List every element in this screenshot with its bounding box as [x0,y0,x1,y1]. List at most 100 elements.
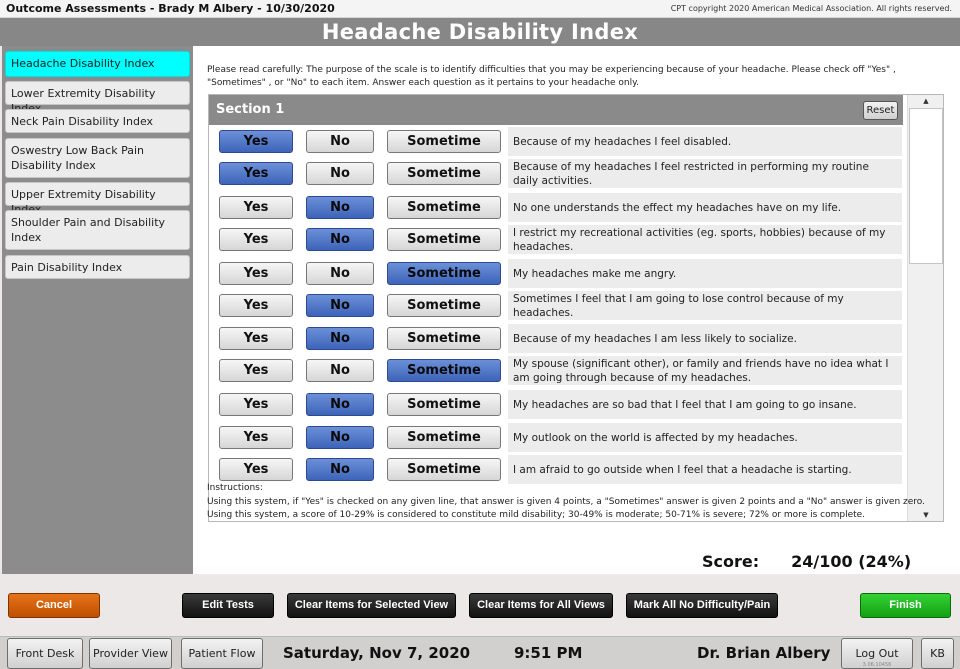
no-button[interactable]: No [306,294,374,317]
question-list: Section 1 Reset Yes No Sometime Because of … [208,94,944,522]
sometime-button[interactable]: Sometime [387,162,501,185]
question-text: No one understands the effect my headach… [508,193,902,222]
action-bar: Cancel Edit Tests Clear Items for Select… [0,574,960,636]
sometime-button[interactable]: Sometime [387,426,501,449]
scroll-thumb[interactable] [909,108,943,264]
no-button[interactable]: No [306,359,374,382]
mark-all-no-difficulty-button[interactable]: Mark All No Difficulty/Pain [626,593,778,618]
top-bar: Outcome Assessments - Brady M Albery - 1… [0,0,960,18]
clear-items-selected-view-button[interactable]: Clear Items for Selected View [287,593,456,618]
log-out-label: Log Out [855,647,899,660]
question-text: My outlook on the world is affected by m… [508,423,902,452]
question-text: My headaches make me angry. [508,259,902,288]
yes-button[interactable]: Yes [219,228,293,251]
no-button[interactable]: No [306,327,374,350]
sidebar-item-shoulder-pain-and-disability-index[interactable]: Shoulder Pain and Disability Index [5,210,190,250]
provider-view-button[interactable]: Provider View [89,638,172,669]
patient-flow-button[interactable]: Patient Flow [181,638,263,669]
question-row: Yes No Sometime Because of my headaches I f… [209,125,903,158]
finish-button[interactable]: Finish [860,593,951,618]
question-text: Because of my headaches I am less likely… [508,324,902,353]
sidebar-item-upper-extremity-disability-index[interactable]: Upper Extremity Disability Index [5,182,190,216]
yes-button[interactable]: Yes [219,294,293,317]
question-rows: Yes No Sometime Because of my headaches I f… [209,125,903,521]
sometime-button[interactable]: Sometime [387,130,501,153]
no-button[interactable]: No [306,228,374,251]
yes-button[interactable]: Yes [219,262,293,285]
question-row: Yes No Sometime My spouse (significant othe… [209,354,903,387]
copyright-notice: CPT copyright 2020 American Medical Asso… [670,4,952,13]
sidebar-item-oswestry-low-back-pain-disability-index[interactable]: Oswestry Low Back Pain Disability Index [5,138,190,178]
score-label: Score: [702,552,760,571]
front-desk-button[interactable]: Front Desk [7,638,83,669]
question-row: Yes No Sometime I restrict my recreational … [209,223,903,256]
sometime-button[interactable]: Sometime [387,327,501,350]
sidebar-item-neck-pain-disability-index[interactable]: Neck Pain Disability Index [5,109,190,133]
no-button[interactable]: No [306,196,374,219]
question-text: I restrict my recreational activities (e… [508,225,902,254]
section-header: Section 1 Reset [209,95,903,125]
question-text: My headaches are so bad that I feel that… [508,390,902,419]
yes-button[interactable]: Yes [219,196,293,219]
question-row: Yes No Sometime My headaches make me angry. [209,257,903,290]
sometime-button[interactable]: Sometime [387,359,501,382]
sometime-button[interactable]: Sometime [387,196,501,219]
sidebar-item-pain-disability-index[interactable]: Pain Disability Index [5,255,190,279]
version-label: 3.06.10456 [862,662,892,668]
question-text: Because of my headaches I feel disabled. [508,127,902,156]
question-row: Yes No Sometime My headaches are so bad tha… [209,388,903,421]
sometime-button[interactable]: Sometime [387,458,501,481]
section-title: Section 1 [216,102,285,117]
score-display: Score: 24/100 (24%) [702,552,911,571]
edit-tests-button[interactable]: Edit Tests [182,593,274,618]
footer-bar: Front Desk Provider View Patient Flow Sa… [0,636,960,669]
sometime-button[interactable]: Sometime [387,294,501,317]
sidebar-item-lower-extremity-disability-index[interactable]: Lower Extremity Disability Index [5,81,190,115]
intro-text: Please read carefully: The purpose of th… [207,65,896,88]
question-text: I am afraid to go outside when I feel th… [508,455,902,484]
question-row: Yes No Sometime Because of my headaches I f… [209,157,903,190]
instructions: Instructions: Using this system, if "Yes… [207,482,947,523]
question-row: Yes No Sometime Because of my headaches I a… [209,322,903,355]
no-button[interactable]: No [306,458,374,481]
current-date: Saturday, Nov 7, 2020 [283,644,471,662]
instructions-heading: Instructions: [207,483,263,493]
title-bar: Headache Disability Index [0,18,960,46]
yes-button[interactable]: Yes [219,426,293,449]
yes-button[interactable]: Yes [219,130,293,153]
no-button[interactable]: No [306,262,374,285]
question-row: Yes No Sometime Sometimes I feel that I am … [209,289,903,322]
sometime-button[interactable]: Sometime [387,228,501,251]
page-title: Headache Disability Index [321,20,639,44]
no-button[interactable]: No [306,426,374,449]
yes-button[interactable]: Yes [219,359,293,382]
no-button[interactable]: No [306,162,374,185]
yes-button[interactable]: Yes [219,393,293,416]
reset-button[interactable]: Reset [863,101,898,120]
yes-button[interactable]: Yes [219,162,293,185]
cancel-button[interactable]: Cancel [8,593,100,618]
kb-button[interactable]: KB [921,638,954,669]
yes-button[interactable]: Yes [219,458,293,481]
question-text: Because of my headaches I feel restricte… [508,159,902,188]
no-button[interactable]: No [306,393,374,416]
main-content: Please read carefully: The purpose of th… [193,46,960,574]
clear-items-all-views-button[interactable]: Clear Items for All Views [469,593,613,618]
window-title: Outcome Assessments - Brady M Albery - 1… [6,2,335,15]
sidebar-item-headache-disability-index[interactable]: Headache Disability Index [5,51,190,77]
yes-button[interactable]: Yes [219,327,293,350]
question-row: Yes No Sometime My outlook on the world is … [209,421,903,454]
current-time: 9:51 PM [514,644,583,662]
sometime-button[interactable]: Sometime [387,262,501,285]
question-text: My spouse (significant other), or family… [508,356,902,385]
list-scrollbar[interactable]: ▲ ▼ [907,95,943,521]
score-value: 24/100 (24%) [791,552,912,571]
doctor-name: Dr. Brian Albery [697,644,831,662]
question-text: Sometimes I feel that I am going to lose… [508,291,902,320]
sometime-button[interactable]: Sometime [387,393,501,416]
log-out-button[interactable]: Log Out 3.06.10456 [841,638,913,669]
scroll-up-arrow-icon[interactable]: ▲ [908,95,943,107]
no-button[interactable]: No [306,130,374,153]
sidebar: Headache Disability Index Lower Extremit… [2,46,193,574]
instructions-line-1: Using this system, if "Yes" is checked o… [207,496,926,507]
